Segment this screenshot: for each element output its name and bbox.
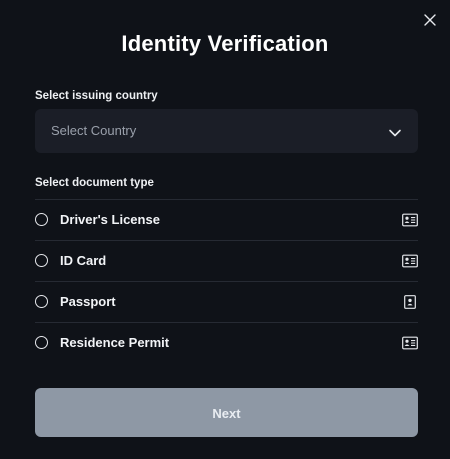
id-card-icon xyxy=(402,254,418,268)
document-option-label: Driver's License xyxy=(60,212,160,227)
id-card-icon xyxy=(402,336,418,350)
document-option-label: Residence Permit xyxy=(60,335,170,350)
document-option-label: Passport xyxy=(60,294,116,309)
radio-button[interactable] xyxy=(35,213,48,226)
close-icon[interactable] xyxy=(422,12,438,28)
radio-button[interactable] xyxy=(35,295,48,308)
next-button[interactable]: Next xyxy=(35,388,418,437)
passport-icon xyxy=(402,295,418,309)
document-option-residence-permit[interactable]: Residence Permit xyxy=(35,322,418,363)
id-card-icon xyxy=(402,213,418,227)
radio-button[interactable] xyxy=(35,336,48,349)
document-type-label: Select document type xyxy=(35,177,154,189)
document-option-passport[interactable]: Passport xyxy=(35,281,418,322)
chevron-down-icon xyxy=(388,125,402,137)
country-select[interactable]: Select Country xyxy=(35,109,418,153)
document-option-label: ID Card xyxy=(60,253,107,268)
radio-button[interactable] xyxy=(35,254,48,267)
document-option-id-card[interactable]: ID Card xyxy=(35,240,418,281)
document-type-list: Driver's License ID Card Passport Reside… xyxy=(35,199,418,363)
country-select-placeholder: Select Country xyxy=(51,123,137,138)
document-option-drivers-license[interactable]: Driver's License xyxy=(35,199,418,240)
identity-verification-dialog: Identity Verification Select issuing cou… xyxy=(0,0,450,459)
dialog-title: Identity Verification xyxy=(121,31,329,56)
country-label: Select issuing country xyxy=(35,90,158,102)
